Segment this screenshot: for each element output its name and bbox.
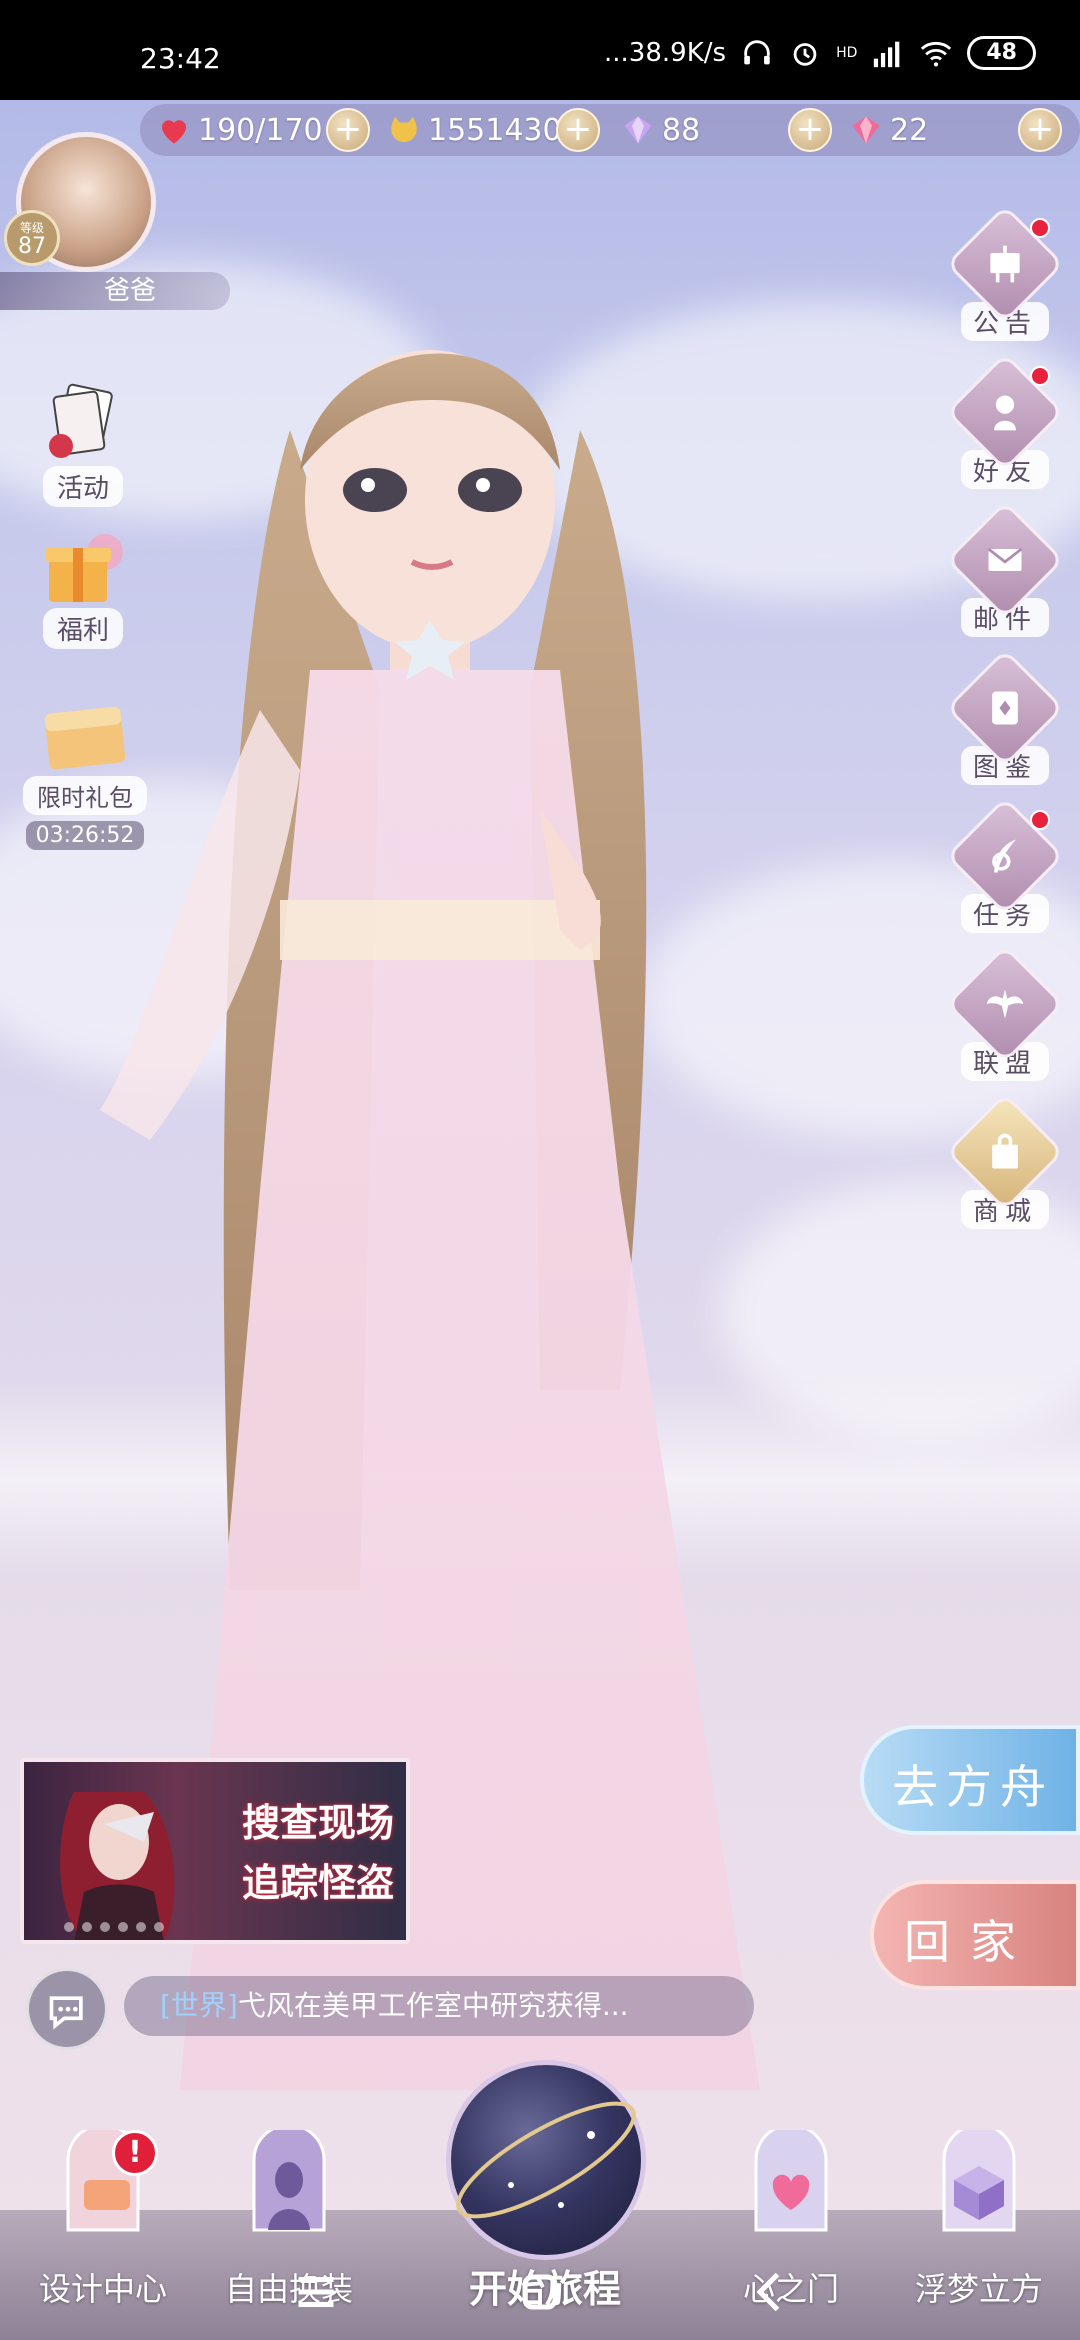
alliance-button[interactable]: 联盟 xyxy=(945,944,1065,1081)
diamond-counter: 88 xyxy=(620,104,700,156)
chat-button[interactable] xyxy=(26,1968,108,2050)
signal-icon xyxy=(874,41,900,68)
wifi-icon xyxy=(921,41,952,67)
heart-icon xyxy=(162,120,186,144)
pink-gem-icon xyxy=(852,116,880,144)
add-diamond-button[interactable]: + xyxy=(788,108,832,152)
alarm-icon xyxy=(793,43,817,66)
limited-pack-timer: 03:26:52 xyxy=(25,821,145,850)
design-center-label: 设计中心 xyxy=(38,2270,167,2308)
world-chat-ticker[interactable]: [世界]弋风在美甲工作室中研究获得... xyxy=(124,1976,754,2036)
banner-title-line2: 追踪怪盗 xyxy=(241,1860,394,1905)
phantom-thief-portrait xyxy=(60,1792,175,1940)
friends-button[interactable]: 好友 xyxy=(945,352,1065,489)
limited-pack-button[interactable]: 限时礼包 03:26:52 xyxy=(20,690,150,850)
wings-emblem-icon xyxy=(986,989,1024,1019)
network-type: HD xyxy=(836,45,858,61)
activity-label: 活动 xyxy=(42,466,123,507)
crystal-value: 22 xyxy=(890,112,929,148)
status-right-group: ...38.9K/s HD 48 xyxy=(604,36,1036,70)
signboard-icon xyxy=(990,245,1020,283)
diamond-value: 88 xyxy=(662,112,701,148)
wardrobe-portrait-icon xyxy=(252,2123,326,2232)
cube-icon xyxy=(942,2123,1016,2232)
shop-button[interactable]: 商城 xyxy=(945,1092,1065,1229)
banner-title-line1: 搜查现场 xyxy=(241,1800,394,1845)
crystal-counter: 22 xyxy=(848,104,928,156)
announcement-button[interactable]: 公告 xyxy=(945,204,1065,341)
heart-door-icon xyxy=(754,2123,828,2232)
card-book-icon xyxy=(992,691,1018,725)
add-stamina-button[interactable]: + xyxy=(326,108,370,152)
cat-coin-icon xyxy=(391,116,417,142)
network-speed: ...38.9K/s xyxy=(604,38,727,68)
person-icon xyxy=(994,395,1016,431)
mail-button[interactable]: 邮件 xyxy=(945,500,1065,637)
gift-box-icon xyxy=(45,534,123,602)
chat-bubble-icon xyxy=(49,1996,83,2030)
activity-button[interactable]: 活动 xyxy=(28,380,138,507)
event-banner[interactable]: 搜查现场 追踪怪盗 xyxy=(20,1758,410,1944)
player-name[interactable]: 爸爸 xyxy=(0,272,230,310)
go-home-label: 回家 xyxy=(904,1915,1036,1969)
limited-pack-label: 限时礼包 xyxy=(23,776,147,815)
gold-counter: 1551430 xyxy=(386,104,562,156)
start-journey-button[interactable] xyxy=(446,2060,646,2260)
announcement-notification-dot xyxy=(1030,218,1050,238)
headset-icon xyxy=(744,40,770,65)
banner-pagination xyxy=(64,1922,164,1932)
add-crystal-button[interactable]: + xyxy=(1018,108,1062,152)
go-ark-button[interactable]: 去方舟 xyxy=(860,1725,1080,1835)
quill-icon xyxy=(992,839,1016,873)
catalog-button[interactable]: 图鉴 xyxy=(945,648,1065,785)
go-home-button[interactable]: 回家 xyxy=(870,1880,1080,1990)
dream-cube-label: 浮梦立方 xyxy=(914,2270,1043,2308)
home-square-icon[interactable] xyxy=(510,2262,570,2322)
welfare-label: 福利 xyxy=(42,608,123,649)
system-status-bar: 23:42 ...38.9K/s HD 48 xyxy=(0,0,1080,100)
gift-package-icon xyxy=(44,706,126,770)
level-badge: 等级 87 xyxy=(4,210,60,266)
menu-icon[interactable] xyxy=(286,2262,346,2322)
stamina-counter: 190/170 xyxy=(156,104,323,156)
dream-cube-button[interactable]: 浮梦立方 xyxy=(904,2123,1054,2310)
gold-value: 1551430 xyxy=(428,112,562,148)
friends-notification-dot xyxy=(1030,366,1050,386)
stamina-value: 190/170 xyxy=(198,112,323,148)
welfare-button[interactable]: 福利 xyxy=(28,522,138,649)
envelope-icon xyxy=(987,547,1023,571)
tasks-button[interactable]: 任务 xyxy=(945,796,1065,933)
battery-indicator: 48 xyxy=(967,36,1036,70)
level-value: 87 xyxy=(18,234,46,259)
shopping-bag-icon xyxy=(992,1133,1018,1169)
star-globe-icon xyxy=(456,2101,636,2219)
diamond-icon xyxy=(624,116,652,144)
chat-channel: [世界] xyxy=(160,1989,238,2022)
status-time: 23:42 xyxy=(140,42,221,75)
back-chevron-icon[interactable] xyxy=(740,2262,800,2322)
go-ark-label: 去方舟 xyxy=(892,1760,1054,1814)
add-gold-button[interactable]: + xyxy=(556,108,600,152)
chat-message: 弋风在美甲工作室中研究获得... xyxy=(237,1989,629,2022)
tasks-notification-dot xyxy=(1030,810,1050,830)
design-center-alert-badge: ! xyxy=(112,2130,158,2176)
playing-cards-icon xyxy=(49,383,113,458)
